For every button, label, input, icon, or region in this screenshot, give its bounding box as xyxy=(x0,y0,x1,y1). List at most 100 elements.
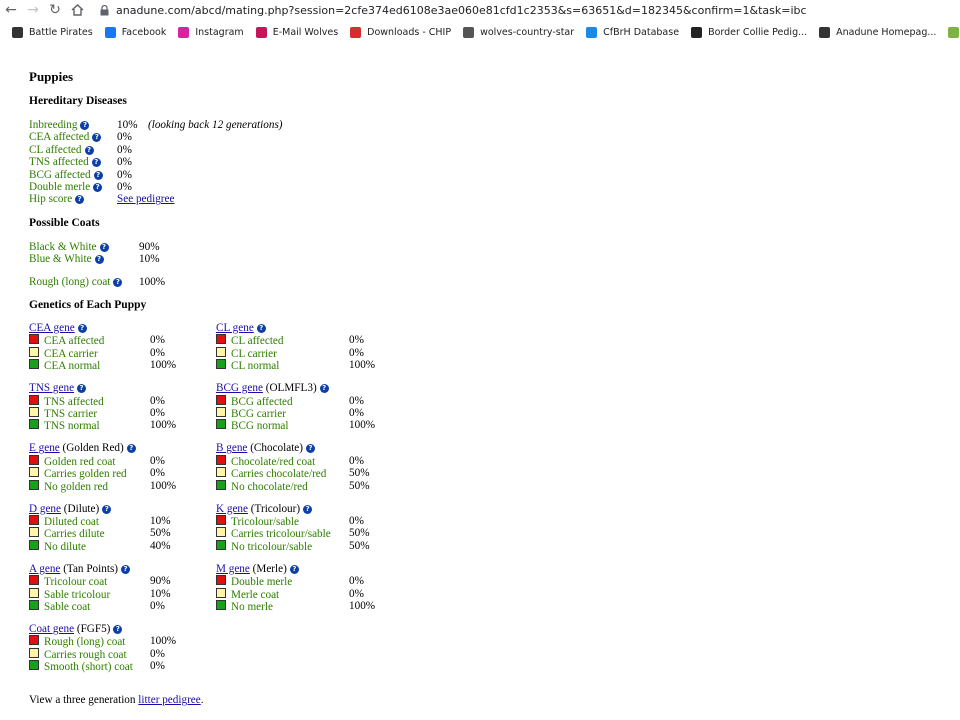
gene-row: TNS normal xyxy=(29,419,100,432)
gene-row-value: 0% xyxy=(150,407,165,419)
gene-row-label: Carries tricolour/sable xyxy=(231,528,331,541)
help-question-icon[interactable]: ? xyxy=(113,278,123,287)
database-icon xyxy=(586,26,598,38)
gene-row-label: Chocolate/red coat xyxy=(231,455,316,468)
help-question-icon[interactable]: ? xyxy=(93,183,103,192)
border-collie-icon xyxy=(691,26,703,38)
help-question-icon[interactable]: ? xyxy=(126,444,136,454)
gene-row: BCG carrier xyxy=(216,407,286,420)
gene-row-label: Diluted coat xyxy=(44,516,99,528)
help-question-icon[interactable]: ? xyxy=(80,121,90,130)
help-question-icon[interactable]: ? xyxy=(113,625,123,634)
section-heading-coats: Possible Coats xyxy=(29,217,100,229)
bookmark-battle-pirates[interactable]: Battle Pirates xyxy=(12,26,93,38)
green-square-icon xyxy=(29,359,39,370)
help-question-icon[interactable]: ? xyxy=(303,504,313,514)
bookmark-border-collie-pedig[interactable]: Border Collie Pedig... xyxy=(691,26,807,38)
green-square-icon xyxy=(29,419,39,430)
url-input[interactable]: anadune.com/abcd/mating.php?session=2cfe… xyxy=(116,4,807,17)
gene-row: No chocolate/red xyxy=(216,479,308,493)
help-question-icon[interactable]: ? xyxy=(75,195,85,205)
back-arrow-icon[interactable]: ← xyxy=(0,0,22,20)
gene-row: No dilute xyxy=(29,539,86,553)
gene-link-e-gene[interactable]: E gene xyxy=(29,442,60,454)
green-square-icon xyxy=(29,479,39,490)
help-question-icon[interactable]: ? xyxy=(91,158,101,168)
help-question-icon[interactable]: ? xyxy=(306,444,315,454)
gene-link-cl-gene[interactable]: CL gene xyxy=(216,322,254,334)
gene-row-value: 0% xyxy=(349,454,364,467)
gene-link-a-gene[interactable]: A gene xyxy=(29,563,60,575)
gene-link-k-gene[interactable]: K gene xyxy=(216,503,248,515)
help-question-icon[interactable]: ? xyxy=(93,170,103,180)
gene-link-d-gene[interactable]: D gene xyxy=(29,503,61,515)
bookmark-downloads-chip[interactable]: Downloads - CHIP xyxy=(350,26,451,38)
home-icon[interactable] xyxy=(66,0,88,20)
gene-row-label: CL normal xyxy=(231,360,280,373)
lock-icon[interactable] xyxy=(96,0,112,20)
red-square-icon xyxy=(29,515,39,525)
bookmark-facebook[interactable]: Facebook xyxy=(104,26,166,38)
gene-row: Merle coat xyxy=(216,587,280,601)
help-question-icon[interactable]: ? xyxy=(99,243,109,252)
gene-row: Tricolour/sable xyxy=(216,515,299,528)
gene-row-label: Tricolour/sable xyxy=(231,516,299,528)
green-square-icon xyxy=(29,660,39,671)
gene-row-label: TNS affected xyxy=(44,395,104,408)
help-question-icon[interactable]: ? xyxy=(77,324,87,333)
gene-row-label: Rough (long) coat xyxy=(44,636,126,649)
gene-link-bcg-gene[interactable]: BCG gene xyxy=(216,382,263,394)
hereditary-row: BCG affected? xyxy=(29,169,103,182)
gene-row-label: CL carrier xyxy=(231,347,277,360)
gene-row-value: 0% xyxy=(349,394,364,407)
gene-heading: BCG gene (OLMFL3)? xyxy=(216,382,329,395)
gene-row: Carries tricolour/sable xyxy=(216,527,331,540)
help-question-icon[interactable]: ? xyxy=(319,384,329,394)
yellow-square-icon xyxy=(29,407,39,417)
reload-icon[interactable]: ↻ xyxy=(44,0,66,20)
gene-link-b-gene[interactable]: B gene xyxy=(216,442,247,454)
bookmark-label: wolves-country-star xyxy=(480,26,575,38)
bookmark-anadune-homepag[interactable]: Anadune Homepag... xyxy=(819,26,936,38)
bookmark-wolves-country-star[interactable]: wolves-country-star xyxy=(463,26,575,38)
gene-row-label: CEA normal xyxy=(44,360,101,373)
see-pedigree-link[interactable]: See pedigree xyxy=(117,193,174,206)
gene-row-label: Tricolour coat xyxy=(44,576,108,589)
help-question-icon[interactable]: ? xyxy=(77,384,87,394)
gene-row-label: Carries dilute xyxy=(44,528,105,541)
red-square-icon xyxy=(216,334,226,345)
hereditary-value: 10% xyxy=(117,119,138,131)
help-question-icon[interactable]: ? xyxy=(84,145,94,155)
help-question-icon[interactable]: ? xyxy=(102,504,112,514)
gene-row-value: 0% xyxy=(150,454,165,467)
gene-link-tns-gene[interactable]: TNS gene xyxy=(29,382,74,394)
gene-row-value: 100% xyxy=(349,359,376,372)
gene-row: TNS affected xyxy=(29,394,104,408)
gene-row-value: 0% xyxy=(349,575,364,588)
help-question-icon[interactable]: ? xyxy=(256,324,266,333)
address-bar: ← → ↻ anadune.com/abcd/mating.php?sessio… xyxy=(0,0,960,20)
yellow-square-icon xyxy=(29,647,39,658)
facebook-icon xyxy=(104,26,116,38)
coat-label: Blue & White xyxy=(29,253,92,265)
help-question-icon[interactable]: ? xyxy=(92,133,102,143)
instagram-icon xyxy=(178,26,190,38)
litter-pedigree-link[interactable]: litter pedigree xyxy=(138,694,200,706)
bookmark-e-mail-wolves[interactable]: E-Mail Wolves xyxy=(255,26,338,38)
gene-heading: E gene (Golden Red)? xyxy=(29,442,136,455)
hereditary-value: 0% xyxy=(117,143,132,156)
gene-link-cea-gene[interactable]: CEA gene xyxy=(29,322,75,334)
help-question-icon[interactable]: ? xyxy=(289,564,299,574)
coat-row: Rough (long) coat? xyxy=(29,276,123,289)
bookmark-instagram[interactable]: Instagram xyxy=(178,26,244,38)
forward-arrow-icon[interactable]: → xyxy=(22,0,44,20)
gene-link-coat-gene[interactable]: Coat gene xyxy=(29,623,74,635)
gene-row-label: Merle coat xyxy=(231,588,280,601)
help-question-icon[interactable]: ? xyxy=(121,564,131,574)
bookmark-working-dog-hun[interactable]: working-dog - Hun... xyxy=(948,26,960,38)
bookmark-cfbrh-database[interactable]: CfBrH Database xyxy=(586,26,679,38)
gene-link-m-gene[interactable]: M gene xyxy=(216,563,250,575)
help-question-icon[interactable]: ? xyxy=(94,255,104,264)
gene-heading: A gene (Tan Points)? xyxy=(29,563,131,576)
gene-row: Carries rough coat xyxy=(29,647,127,661)
